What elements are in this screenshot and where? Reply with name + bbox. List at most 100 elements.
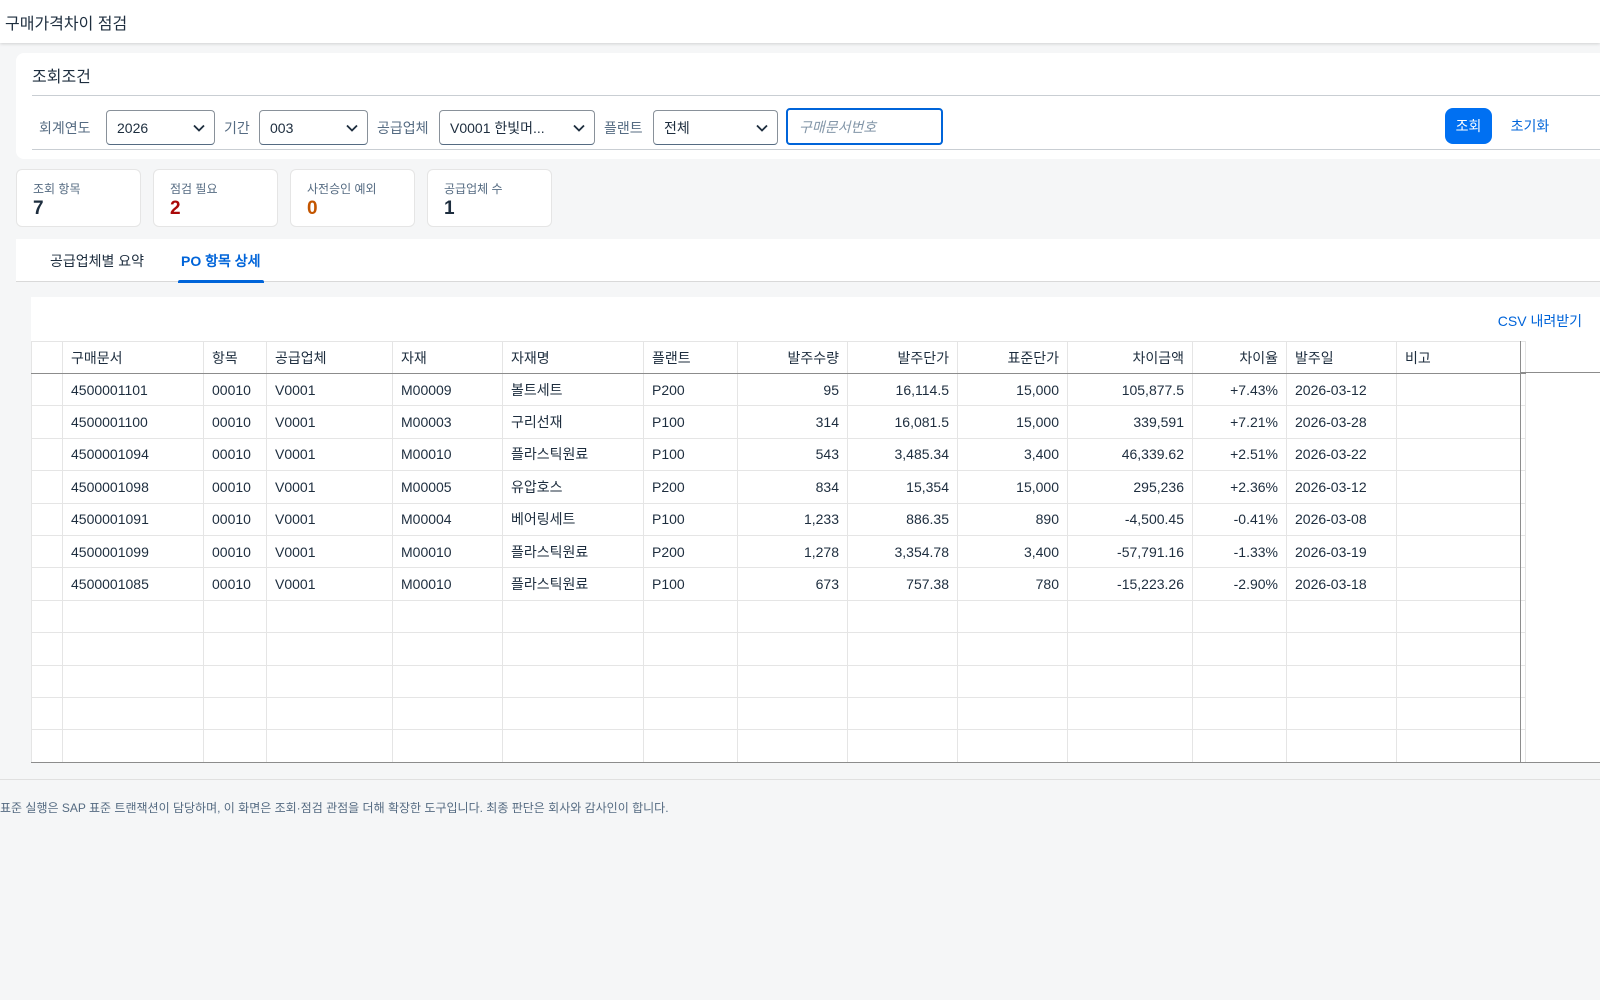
table-cell-vendor [266, 697, 393, 731]
table-cell-qty: 95 [737, 373, 848, 407]
csv-download-link[interactable]: CSV 내려받기 [1498, 311, 1582, 331]
table-cell-remark [1396, 697, 1526, 731]
row-selector[interactable] [31, 535, 63, 569]
table-cell-remark [1396, 600, 1526, 634]
table-row[interactable]: 4500001091 00010 V0001 M00004 베어링세트 P100 1,233… [31, 503, 1526, 536]
divider [1520, 341, 1521, 762]
table-cell-material [392, 632, 503, 666]
table-cell-diff-amount: 339,591 [1067, 405, 1193, 439]
column-header[interactable]: 발주일 [1286, 341, 1397, 374]
table-row[interactable]: 4500001094 00010 V0001 M00010 플라스틱원료 P100 543 3… [31, 438, 1526, 472]
empty-table-row [31, 632, 1526, 666]
table-cell-item: 00010 [203, 567, 267, 601]
column-header[interactable]: 차이율 [1192, 341, 1287, 374]
column-header[interactable]: 표준단가 [957, 341, 1068, 374]
po-number-search-input[interactable] [786, 108, 943, 145]
table-cell-material [392, 665, 503, 698]
kpi-value: 0 [307, 198, 318, 219]
column-header[interactable]: 비고 [1396, 341, 1526, 374]
table-cell-material-name: 구리선재 [502, 405, 644, 439]
fiscal-year-label: 회계연도 [39, 120, 91, 136]
table-row[interactable]: 4500001100 00010 V0001 M00003 구리선재 P100 314 16,… [31, 405, 1526, 439]
table-cell-vendor: V0001 [266, 405, 393, 439]
table-cell-plant: P100 [643, 567, 738, 601]
table-cell-po [62, 697, 204, 731]
table-cell-po-price: 3,485.34 [847, 438, 958, 472]
table-cell-po: 4500001091 [62, 503, 204, 536]
fiscal-year-select[interactable]: 2026 [106, 110, 215, 145]
table-cell-diff-rate: -2.90% [1192, 567, 1287, 601]
table-cell-diff-rate: -1.33% [1192, 535, 1287, 569]
table-row[interactable]: 4500001101 00010 V0001 M00009 볼트세트 P200 95 16,1… [31, 373, 1526, 407]
fiscal-year-value: 2026 [117, 119, 149, 136]
row-selector [31, 665, 63, 698]
table-row[interactable]: 4500001098 00010 V0001 M00005 유압호스 P200 834 15,… [31, 470, 1526, 504]
table-row[interactable]: 4500001085 00010 V0001 M00010 플라스틱원료 P100 673 7… [31, 567, 1526, 601]
table-cell-material: M00004 [392, 503, 503, 536]
table-cell-remark [1396, 729, 1526, 763]
kpi-label: 공급업체 수 [444, 182, 503, 196]
table-cell-item: 00010 [203, 535, 267, 569]
app-title: 구매가격차이 점검 [5, 15, 128, 33]
column-header[interactable]: 발주단가 [847, 341, 958, 374]
po-item-table-card: CSV 내려받기 구매문서 항목 공급업체 자재 자재명 플랜트 발주수량 발주… [31, 297, 1600, 763]
table-cell-po-price [847, 632, 958, 666]
column-header[interactable]: 자재 [392, 341, 503, 374]
row-selector[interactable] [31, 470, 63, 504]
table-cell-po-price: 886.35 [847, 503, 958, 536]
table-cell-diff-rate: +7.21% [1192, 405, 1287, 439]
table-cell-diff-rate: -0.41% [1192, 503, 1287, 536]
row-selector[interactable] [31, 567, 63, 601]
tab-po-item-detail[interactable]: PO 항목 상세 [178, 239, 264, 283]
period-select[interactable]: 003 [259, 110, 368, 145]
table-cell-po [62, 600, 204, 634]
table-cell-std-price [957, 729, 1068, 763]
table-cell-item: 00010 [203, 470, 267, 504]
table-cell-std-price [957, 632, 1068, 666]
search-button[interactable]: 조회 [1445, 108, 1492, 144]
column-header[interactable]: 플랜트 [643, 341, 738, 374]
table-cell-po-date: 2026-03-08 [1286, 503, 1397, 536]
table-cell-item [203, 632, 267, 666]
table-cell-po-price [847, 729, 958, 763]
table-cell-po-date: 2026-03-28 [1286, 405, 1397, 439]
table-cell-diff-rate [1192, 600, 1287, 634]
table-cell-remark [1396, 665, 1526, 698]
column-header[interactable]: 공급업체 [266, 341, 393, 374]
table-cell-po [62, 729, 204, 763]
column-header[interactable]: 발주수량 [737, 341, 848, 374]
plant-select[interactable]: 전체 [653, 110, 778, 145]
vendor-select[interactable]: V0001 한빛머... [439, 110, 595, 145]
row-selector[interactable] [31, 373, 63, 407]
vendor-label: 공급업체 [377, 120, 429, 136]
table-cell-po [62, 665, 204, 698]
reset-button[interactable]: 초기화 [1502, 108, 1558, 144]
row-selector[interactable] [31, 405, 63, 439]
table-cell-std-price: 3,400 [957, 535, 1068, 569]
table-cell-po-price: 16,114.5 [847, 373, 958, 407]
row-selector[interactable] [31, 438, 63, 472]
empty-table-row [31, 729, 1526, 763]
table-cell-material-name: 플라스틱원료 [502, 438, 644, 472]
table-cell-item [203, 600, 267, 634]
table-cell-po-date: 2026-03-22 [1286, 438, 1397, 472]
table-cell-qty [737, 665, 848, 698]
table-cell-diff-amount: 105,877.5 [1067, 373, 1193, 407]
table-cell-material-name [502, 729, 644, 763]
table-cell-plant [643, 665, 738, 698]
table-cell-remark [1396, 373, 1526, 407]
chevron-down-icon [747, 124, 777, 132]
column-header[interactable]: 항목 [203, 341, 267, 374]
row-selector[interactable] [31, 503, 63, 536]
kpi-card-needs-check: 점검 필요 2 [153, 169, 278, 227]
table-row[interactable]: 4500001099 00010 V0001 M00010 플라스틱원료 P200 1,27… [31, 535, 1526, 569]
tab-vendor-summary[interactable]: 공급업체별 요약 [47, 239, 147, 282]
column-header[interactable]: 자재명 [502, 341, 644, 374]
column-header[interactable]: 차이금액 [1067, 341, 1193, 374]
table-cell-diff-rate [1192, 632, 1287, 666]
column-header[interactable]: 구매문서 [62, 341, 204, 374]
table-cell-diff-rate: +2.36% [1192, 470, 1287, 504]
table-cell-std-price: 780 [957, 567, 1068, 601]
table-cell-diff-amount: 46,339.62 [1067, 438, 1193, 472]
table-cell-plant [643, 697, 738, 731]
